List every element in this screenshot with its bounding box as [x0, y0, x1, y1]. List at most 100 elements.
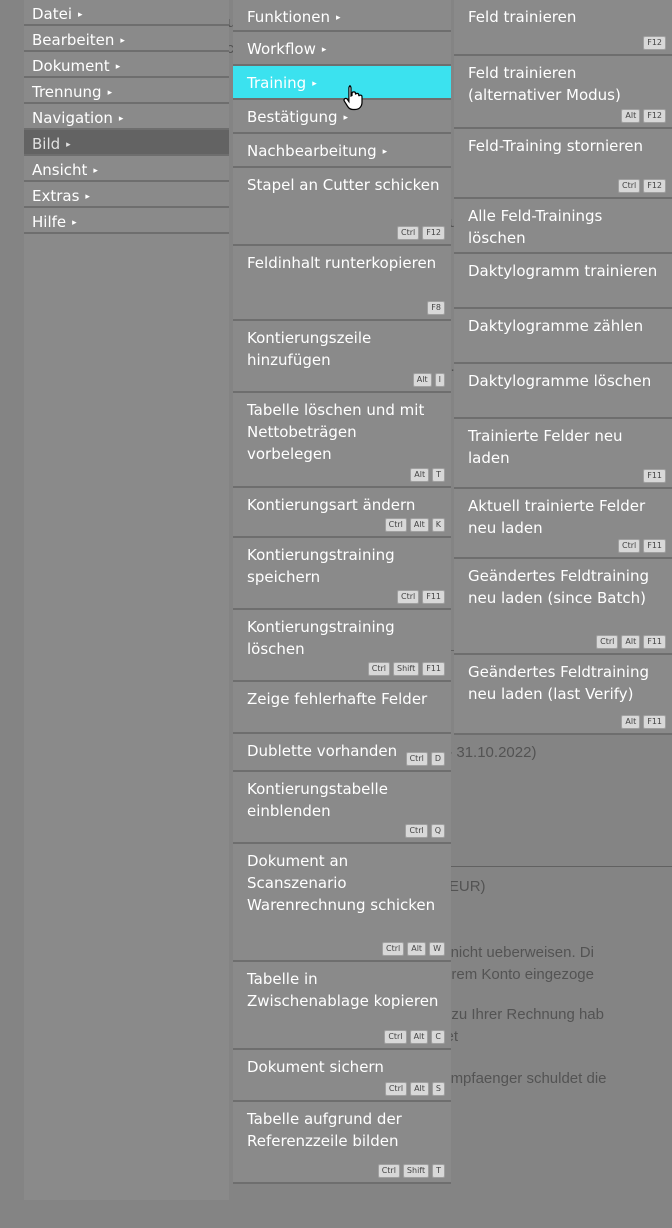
menu-item-geandertes-feldtraining-neu-laden-since-batch[interactable]: Geändertes Feldtraining neu laden (since…	[454, 559, 672, 655]
training-submenu: Feld trainieren F12 Feld trainieren (alter…	[454, 0, 672, 735]
menu-item-label: Kontierungstraining löschen	[247, 618, 395, 658]
shortcut-key: Ctrl	[377, 1164, 400, 1178]
menu-item-datei[interactable]: Datei ▸	[24, 0, 229, 26]
shortcut-key: Ctrl	[384, 518, 407, 532]
menu-item-label: Funktionen	[247, 8, 330, 26]
menu-item-kontierungszeile-hinzufugen[interactable]: Kontierungszeile hinzufügen Alt I	[233, 321, 451, 393]
menu-item-workflow[interactable]: Workflow ▸	[233, 32, 451, 66]
menu-item-label: Datei	[32, 5, 73, 23]
shortcut-key: S	[431, 1082, 445, 1096]
menu-item-bild[interactable]: Bild ▸	[24, 130, 229, 156]
menu-item-zeige-fehlerhafte-felder[interactable]: Zeige fehlerhafte Felder	[233, 682, 451, 734]
shortcut-key: F12	[643, 109, 666, 123]
shortcut-key: Ctrl	[382, 942, 405, 956]
submenu-arrow-icon: ▸	[343, 113, 349, 123]
menu-item-label: Dokument sichern	[247, 1058, 384, 1076]
shortcut-key: D	[430, 752, 445, 766]
menu-item-label: Kontierungstabelle einblenden	[247, 780, 388, 820]
menu-item-ansicht[interactable]: Ansicht ▸	[24, 156, 229, 182]
menu-item-label: Alle Feld-Trainings löschen	[468, 207, 603, 247]
menu-item-kontierungstraining-speichern[interactable]: Kontierungstraining speichern Ctrl F11	[233, 538, 451, 610]
menu-item-label: Feld trainieren	[468, 8, 577, 26]
shortcut-key: W	[429, 942, 445, 956]
menu-item-dokument-sichern[interactable]: Dokument sichern Ctrl Alt S	[233, 1050, 451, 1102]
shortcut-keys: Ctrl Shift T	[377, 1164, 445, 1178]
menu-item-dublette-vorhanden[interactable]: Dublette vorhanden Ctrl D	[233, 734, 451, 772]
menu-item-aktuell-trainierte-felder-neu-laden[interactable]: Aktuell trainierte Felder neu laden Ctrl F…	[454, 489, 672, 559]
shortcut-keys: Ctrl Alt F11	[596, 635, 666, 649]
menu-item-tabelle-in-zwischenablage-kopieren[interactable]: Tabelle in Zwischenablage kopieren Ctrl Al…	[233, 962, 451, 1050]
shortcut-key: Ctrl	[396, 590, 420, 604]
menu-item-feld-trainieren[interactable]: Feld trainieren F12	[454, 0, 672, 56]
shortcut-key: F8	[427, 301, 445, 315]
menu-item-label: Nachbearbeitung	[247, 142, 377, 160]
menu-item-geandertes-feldtraining-neu-laden-last-verify[interactable]: Geändertes Feldtraining neu laden (last …	[454, 655, 672, 735]
menu-item-label: Trennung	[32, 83, 102, 101]
shortcut-keys: Ctrl Q	[405, 824, 445, 838]
menu-item-tabelle-loschen-und-mit-nettobetragen-vorbelegen[interactable]: Tabelle löschen und mit Nettobeträgen vo…	[233, 393, 451, 488]
menu-item-feld-training-stornieren[interactable]: Feld-Training stornieren Ctrl F12	[454, 129, 672, 199]
menu-item-navigation[interactable]: Navigation ▸	[24, 104, 229, 130]
menu-item-trainierte-felder-neu-laden[interactable]: Trainierte Felder neu laden F11	[454, 419, 672, 489]
menu-item-tabelle-aufgrund-der-referenzzeile-bilden[interactable]: Tabelle aufgrund der Referenzzeile bilde…	[233, 1102, 451, 1184]
menu-item-label: Kontierungsart ändern	[247, 496, 416, 514]
shortcut-key: F11	[643, 539, 666, 553]
submenu-arrow-icon: ▸	[382, 147, 388, 157]
menu-item-dokument-an-scanszenario-warenrechnung-schicken[interactable]: Dokument an Scanszenario Warenrechnung s…	[233, 844, 451, 962]
menu-item-daktylogramme-zahlen[interactable]: Daktylogramme zählen	[454, 309, 672, 364]
shortcut-key: Alt	[409, 1030, 429, 1044]
menu-item-daktylogramme-loschen[interactable]: Daktylogramme löschen	[454, 364, 672, 419]
menu-item-daktylogramm-trainieren[interactable]: Daktylogramm trainieren	[454, 254, 672, 309]
shortcut-keys: Ctrl Alt C	[384, 1030, 445, 1044]
shortcut-key: Ctrl	[596, 635, 619, 649]
shortcut-key: Alt	[407, 942, 427, 956]
menu-item-label: Hilfe	[32, 213, 67, 231]
menu-item-label: Extras	[32, 187, 80, 205]
shortcut-key: Ctrl	[396, 226, 420, 240]
shortcut-key: Ctrl	[367, 662, 391, 676]
shortcut-keys: Ctrl F11	[396, 590, 445, 604]
menu-item-label: Bestätigung	[247, 108, 338, 126]
menu-item-label: Trainierte Felder neu laden	[468, 427, 623, 467]
menu-item-label: Daktylogramme zählen	[468, 317, 644, 335]
shortcut-keys: F11	[643, 469, 666, 483]
shortcut-key: F11	[422, 662, 445, 676]
menu-item-label: Zeige fehlerhafte Felder	[247, 690, 428, 708]
menu-item-label: Dokument an Scanszenario Warenrechnung s…	[247, 852, 436, 914]
menu-item-feldinhalt-runterkopieren[interactable]: Feldinhalt runterkopieren F8	[233, 246, 451, 321]
submenu-arrow-icon: ▸	[115, 62, 121, 72]
shortcut-keys: Ctrl F12	[617, 179, 666, 193]
shortcut-keys: Ctrl F12	[396, 226, 445, 240]
submenu-arrow-icon: ▸	[78, 10, 83, 20]
menu-item-kontierungstraining-loschen[interactable]: Kontierungstraining löschen Ctrl Shift F11	[233, 610, 451, 682]
shortcut-keys: Ctrl Alt S	[384, 1082, 445, 1096]
main-menu: Datei ▸ Bearbeiten ▸ Dokument ▸ Trennung ▸ Navig…	[24, 0, 229, 1200]
menu-item-label: Tabelle in Zwischenablage kopieren	[247, 970, 439, 1010]
menu-item-trennung[interactable]: Trennung ▸	[24, 78, 229, 104]
shortcut-key: Alt	[412, 373, 432, 387]
shortcut-key: Ctrl	[384, 1030, 407, 1044]
submenu-arrow-icon: ▸	[120, 36, 125, 46]
shortcut-key: F12	[643, 36, 666, 50]
menu-item-hilfe[interactable]: Hilfe ▸	[24, 208, 229, 234]
menu-item-stapel-an-cutter-schicken[interactable]: Stapel an Cutter schicken Ctrl F12	[233, 168, 451, 246]
menu-item-kontierungsart-andern[interactable]: Kontierungsart ändern Ctrl Alt K	[233, 488, 451, 538]
menu-item-kontierungstabelle-einblenden[interactable]: Kontierungstabelle einblenden Ctrl Q	[233, 772, 451, 844]
menu-item-feld-trainieren-alternativer-modus[interactable]: Feld trainieren (alternativer Modus) Alt F…	[454, 56, 672, 129]
menu-item-label: Training	[247, 74, 307, 92]
shortcut-key: T	[432, 468, 445, 482]
menu-item-label: Aktuell trainierte Felder neu laden	[468, 497, 646, 537]
menu-item-funktionen[interactable]: Funktionen ▸	[233, 0, 451, 32]
menu-item-bearbeiten[interactable]: Bearbeiten ▸	[24, 26, 229, 52]
shortcut-keys: Ctrl Alt W	[382, 942, 445, 956]
submenu-arrow-icon: ▸	[66, 140, 71, 150]
menu-item-label: Kontierungstraining speichern	[247, 546, 395, 586]
menu-item-nachbearbeitung[interactable]: Nachbearbeitung ▸	[233, 134, 451, 168]
menu-item-alle-feld-trainings-loschen[interactable]: Alle Feld-Trainings löschen	[454, 199, 672, 254]
submenu-arrow-icon: ▸	[321, 45, 327, 55]
menu-item-extras[interactable]: Extras ▸	[24, 182, 229, 208]
shortcut-key: K	[431, 518, 445, 532]
shortcut-keys: F12	[643, 36, 666, 50]
menu-item-label: Daktylogramme löschen	[468, 372, 652, 390]
menu-item-dokument[interactable]: Dokument ▸	[24, 52, 229, 78]
